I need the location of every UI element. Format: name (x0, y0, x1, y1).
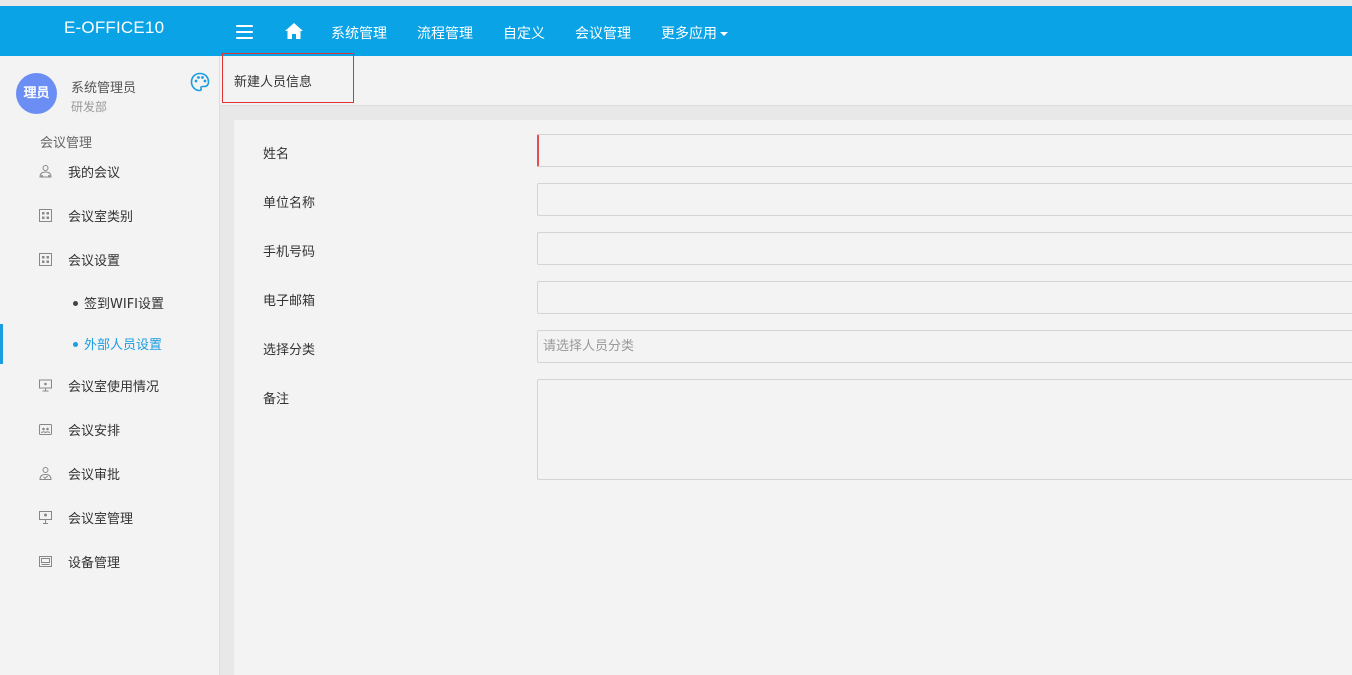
avatar[interactable]: 理员 (16, 73, 57, 114)
person-network-icon (39, 165, 52, 178)
tab-bar: 新建人员信息 (220, 53, 1352, 106)
palette-icon[interactable] (190, 72, 210, 92)
sidebar: 理员 系统管理员 研发部 会议管理 我的会议 会议室类别 会议设置 签到WIFI… (0, 56, 220, 675)
sidebar-subitem-label: 外部人员设置 (84, 338, 163, 353)
email-label: 电子邮箱 (263, 294, 316, 309)
sidebar-item-meeting-approval[interactable]: 会议审批 (0, 462, 219, 484)
sidebar-item-label: 会议室管理 (68, 512, 134, 527)
nav-workflow-management[interactable]: 流程管理 (417, 23, 473, 43)
person-check-icon (39, 467, 52, 480)
remark-label: 备注 (263, 392, 290, 407)
sidebar-item-label: 会议审批 (68, 468, 121, 483)
sidebar-item-label: 会议安排 (68, 424, 121, 439)
sidebar-subitem-external-personnel[interactable]: 外部人员设置 (0, 332, 219, 354)
sidebar-item-device-management[interactable]: 设备管理 (0, 550, 219, 572)
user-name: 系统管理员 (71, 81, 137, 96)
name-label: 姓名 (263, 147, 290, 162)
sidebar-item-room-management[interactable]: 会议室管理 (0, 506, 219, 528)
nav-meeting-management[interactable]: 会议管理 (575, 23, 631, 43)
monitor-icon (39, 379, 52, 392)
bullet-icon (73, 342, 78, 347)
phone-input[interactable] (537, 232, 1352, 265)
company-label: 单位名称 (263, 196, 316, 211)
company-input[interactable] (537, 183, 1352, 216)
sidebar-item-room-usage[interactable]: 会议室使用情况 (0, 374, 219, 396)
home-icon[interactable] (284, 22, 304, 40)
sidebar-subitem-wifi-settings[interactable]: 签到WIFI设置 (0, 291, 219, 313)
brand-logo: E-OFFICE10 (64, 18, 165, 37)
user-department: 研发部 (71, 100, 108, 114)
calendar-people-icon (39, 424, 52, 435)
menu-toggle-icon[interactable] (236, 25, 254, 39)
sidebar-item-meeting-settings[interactable]: 会议设置 (0, 248, 219, 270)
device-icon (39, 556, 52, 567)
sidebar-item-label: 会议室类别 (68, 210, 134, 225)
presenter-icon (39, 511, 52, 524)
category-label: 选择分类 (263, 343, 316, 358)
sidebar-item-label: 会议设置 (68, 254, 121, 269)
phone-label: 手机号码 (263, 245, 316, 260)
sidebar-item-label: 会议室使用情况 (68, 380, 160, 395)
grid-icon (39, 209, 52, 222)
nav-system-management[interactable]: 系统管理 (331, 23, 387, 43)
nav-more-apps[interactable]: 更多应用 (661, 23, 728, 43)
sidebar-item-room-category[interactable]: 会议室类别 (0, 204, 219, 226)
remark-textarea[interactable] (537, 379, 1352, 480)
sidebar-section-title: 会议管理 (40, 136, 93, 151)
email-input[interactable] (537, 281, 1352, 314)
sidebar-item-label: 我的会议 (68, 166, 121, 181)
sidebar-item-my-meetings[interactable]: 我的会议 (0, 160, 219, 182)
sidebar-item-label: 设备管理 (68, 556, 121, 571)
sidebar-subitem-label: 签到WIFI设置 (84, 297, 164, 312)
category-select[interactable]: 请选择人员分类 (537, 330, 1352, 363)
tab-label: 新建人员信息 (234, 75, 313, 90)
nav-custom[interactable]: 自定义 (503, 23, 545, 43)
nav-more-apps-label: 更多应用 (661, 26, 717, 42)
sidebar-item-meeting-arrangement[interactable]: 会议安排 (0, 418, 219, 440)
top-navbar: E-OFFICE10 系统管理 流程管理 自定义 会议管理 更多应用 (0, 6, 1352, 56)
bullet-icon (73, 301, 78, 306)
grid-icon (39, 253, 52, 266)
tab-new-personnel[interactable]: 新建人员信息 (222, 53, 354, 103)
name-input[interactable] (537, 134, 1352, 167)
caret-down-icon (720, 32, 728, 36)
